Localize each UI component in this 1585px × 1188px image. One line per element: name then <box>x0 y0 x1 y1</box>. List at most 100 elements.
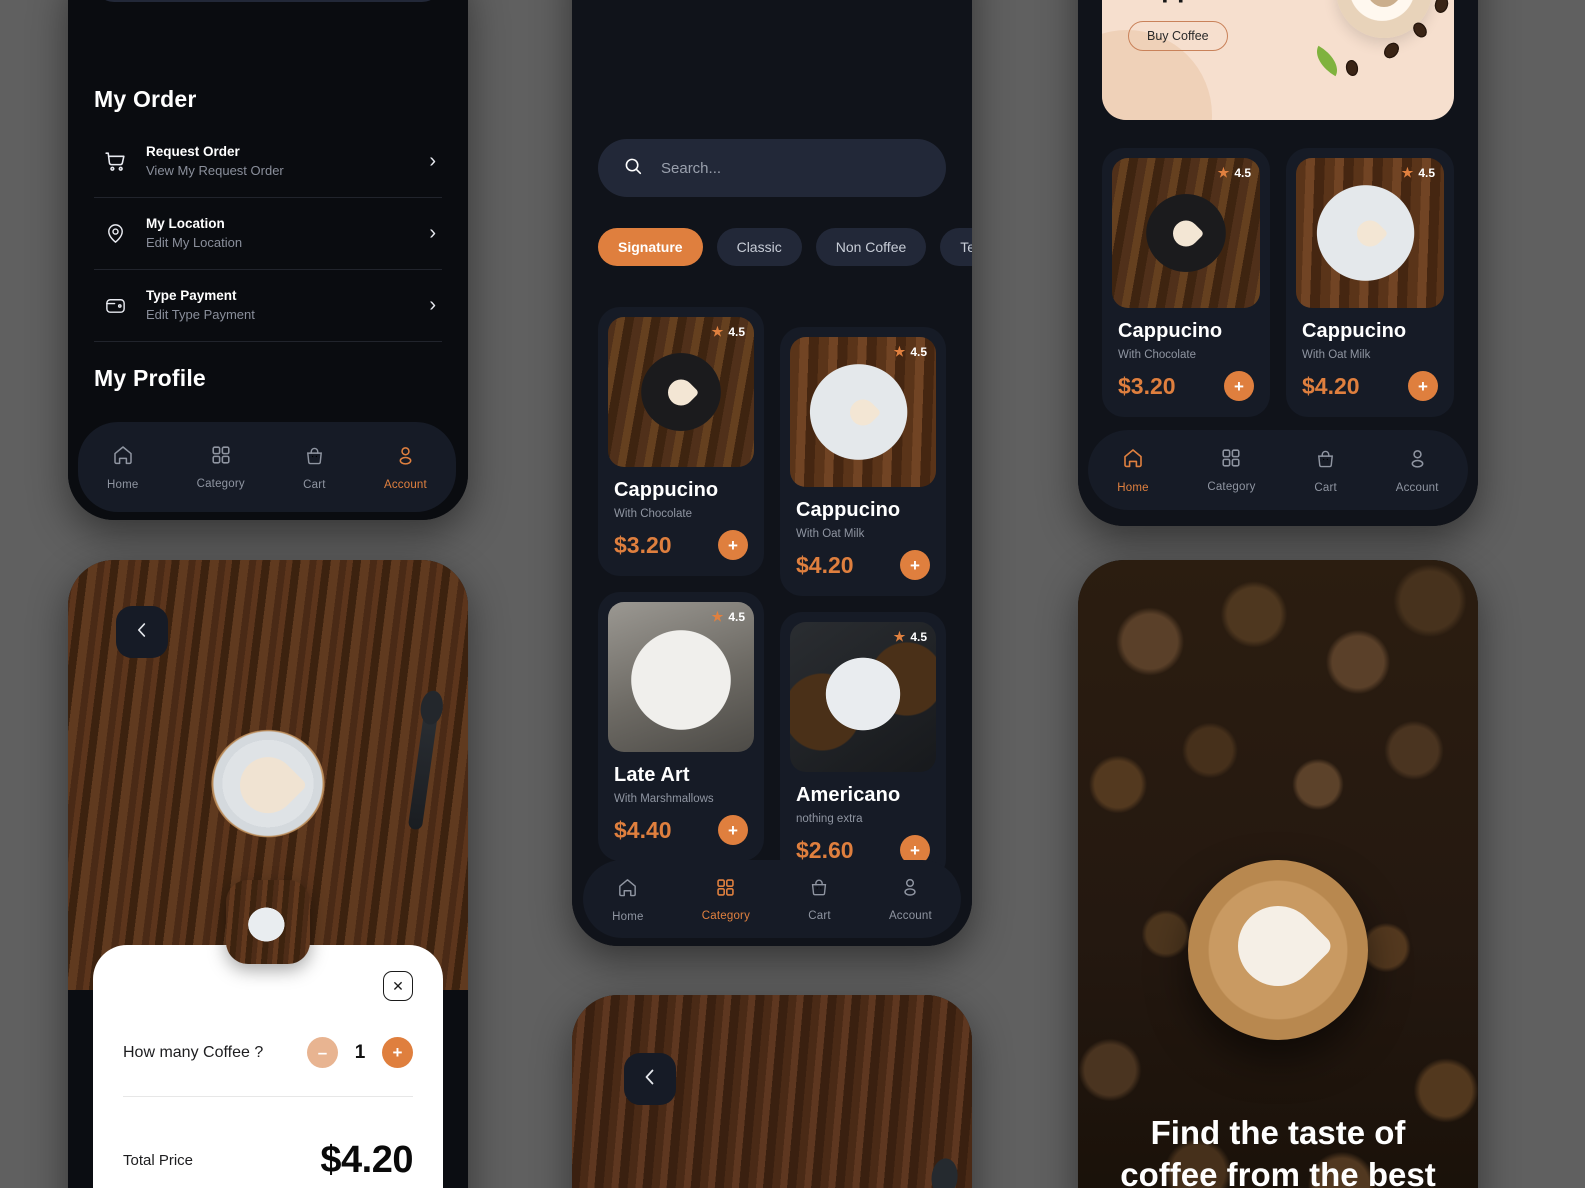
sheet-divider <box>123 1096 413 1097</box>
nav-item-category[interactable]: Category <box>702 877 750 922</box>
product-price: $4.20 <box>1302 372 1360 399</box>
order-row-subtitle: View My Request Order <box>146 162 284 178</box>
close-button[interactable]: ✕ <box>383 971 413 1001</box>
back-button[interactable] <box>624 1053 676 1105</box>
quantity-stepper: – 1 + <box>307 1037 413 1068</box>
home-product-grid: ★ 4.5 Cappucino With Chocolate $3.20 + ★… <box>1102 148 1454 417</box>
chevron-right-icon: › <box>429 294 436 316</box>
rating-value: 4.5 <box>910 630 927 644</box>
wallet-icon <box>94 294 136 317</box>
buy-coffee-button[interactable]: Buy Coffee <box>1128 21 1228 52</box>
onboarding-headline: Find the taste of coffee from the best <box>1120 1114 1436 1188</box>
nav-item-cart[interactable]: Cart <box>808 876 831 922</box>
product-card-cappucino-oat[interactable]: ★ 4.5 Cappucino With Oat Milk $4.20 + <box>1286 148 1454 417</box>
product-name: Cappucino <box>1302 320 1407 342</box>
coffee-bean-icon <box>1433 0 1450 15</box>
leaf-icon <box>1309 45 1345 77</box>
nav-item-cart[interactable]: Cart <box>1314 447 1337 494</box>
detail-screen: ✕ How many Coffee ? – 1 + Total Price $4… <box>68 560 468 1188</box>
promo-banner[interactable]: What's New Cappuccino Latte Buy Coffee <box>1102 0 1454 120</box>
chevron-left-icon <box>638 1065 662 1094</box>
bag-icon <box>808 876 830 903</box>
quantity-increase-button[interactable]: + <box>382 1037 413 1068</box>
rating-badge: ★ 4.5 <box>1402 165 1435 181</box>
order-row-title: Type Payment <box>146 288 237 304</box>
user-icon <box>394 444 417 472</box>
chip-tea[interactable]: Tea <box>940 228 972 266</box>
chip-non-coffee[interactable]: Non Coffee <box>815 228 927 266</box>
chip-signature[interactable]: Signature <box>598 228 703 266</box>
order-row-title: Request Order <box>146 144 240 160</box>
quantity-question-label: How many Coffee ? <box>123 1043 264 1061</box>
close-icon: ✕ <box>392 977 404 994</box>
add-to-cart-button[interactable]: + <box>1408 371 1438 401</box>
product-column-left: ★ 4.5 Cappucino With Chocolate $3.20 + ★… <box>598 307 764 881</box>
nav-label: Category <box>196 478 245 490</box>
bottom-nav-category: Home Category Cart Account <box>583 860 961 938</box>
add-to-cart-button[interactable]: + <box>900 550 930 580</box>
nav-item-category[interactable]: Category <box>197 444 245 490</box>
product-card-cappucino-oat[interactable]: ★ 4.5 Cappucino With Oat Milk $4.20 + <box>780 327 946 596</box>
nav-item-home[interactable]: Home <box>612 876 643 923</box>
order-row-request-order[interactable]: Request Order View My Request Order › <box>94 126 442 198</box>
coffee-bean-icon <box>1381 39 1402 62</box>
nav-label: Home <box>107 479 139 491</box>
grid-icon <box>1220 447 1242 474</box>
order-row-type-payment[interactable]: Type Payment Edit Type Payment › <box>94 270 442 342</box>
nav-label: Home <box>1117 482 1149 494</box>
product-image: ★ 4.5 <box>608 602 754 752</box>
bottom-nav-home: Home Category Cart Account <box>1088 430 1468 510</box>
bag-icon <box>1314 447 1337 475</box>
add-to-cart-button[interactable]: + <box>718 815 748 845</box>
latte-art-decoration <box>662 374 700 411</box>
product-card-late-art[interactable]: ★ 4.5 Late Art With Marshmallows $4.40 + <box>598 592 764 861</box>
product-card-americano[interactable]: ★ 4.5 Americano nothing extra $2.60 + <box>780 612 946 881</box>
nav-item-cart[interactable]: Cart <box>303 444 326 491</box>
payment-summary-card[interactable]: My Payment coupon <box>94 0 442 2</box>
search-input[interactable]: Search... <box>598 139 946 197</box>
product-description: With Oat Milk <box>796 528 865 540</box>
my-order-title: My Order <box>94 86 197 112</box>
user-icon <box>1406 447 1429 475</box>
spoon-decoration <box>407 709 439 831</box>
product-card-cappucino-chocolate[interactable]: ★ 4.5 Cappucino With Chocolate $3.20 + <box>598 307 764 576</box>
product-description: With Oat Milk <box>1302 349 1371 361</box>
nav-label: Cart <box>1314 481 1337 494</box>
rating-value: 4.5 <box>910 345 927 359</box>
quantity-decrease-button[interactable]: – <box>307 1037 338 1068</box>
latte-art-decoration <box>1167 215 1205 252</box>
product-description: With Chocolate <box>614 508 692 520</box>
nav-item-account[interactable]: Account <box>889 876 932 922</box>
grid-icon <box>210 444 232 471</box>
quantity-value: 1 <box>354 1041 366 1063</box>
detail2-screen <box>572 995 972 1188</box>
rating-value: 4.5 <box>1418 166 1435 180</box>
phone-detail-screen: ✕ How many Coffee ? – 1 + Total Price $4… <box>68 560 468 1188</box>
cart-icon <box>94 149 136 174</box>
product-price: $4.20 <box>796 551 854 578</box>
user-icon <box>899 876 921 903</box>
total-price-value: $4.20 <box>320 1139 413 1181</box>
chip-classic[interactable]: Classic <box>716 228 802 266</box>
nav-item-home[interactable]: Home <box>107 443 138 491</box>
nav-item-account[interactable]: Account <box>1396 447 1439 494</box>
bottom-nav-account: Home Category Cart Account <box>78 422 456 512</box>
order-row-subtitle: Edit My Location <box>146 234 243 250</box>
add-to-cart-button[interactable]: + <box>1224 371 1254 401</box>
bag-icon <box>303 444 326 472</box>
product-card-cappucino-chocolate[interactable]: ★ 4.5 Cappucino With Chocolate $3.20 + <box>1102 148 1270 417</box>
grid-icon <box>715 877 736 903</box>
product-name: Cappucino <box>796 499 901 521</box>
chevron-left-icon <box>131 619 153 646</box>
order-row-my-location[interactable]: My Location Edit My Location › <box>94 198 442 270</box>
nav-item-home[interactable]: Home <box>1117 446 1149 494</box>
my-profile-title: My Profile <box>94 365 206 391</box>
star-icon: ★ <box>893 344 906 359</box>
star-icon: ★ <box>1401 165 1414 180</box>
nav-item-account[interactable]: Account <box>384 444 427 491</box>
search-icon <box>622 155 644 182</box>
add-to-cart-button[interactable]: + <box>718 530 748 560</box>
nav-item-category[interactable]: Category <box>1207 447 1255 493</box>
product-description: With Chocolate <box>1118 349 1196 361</box>
back-button[interactable] <box>116 606 168 658</box>
